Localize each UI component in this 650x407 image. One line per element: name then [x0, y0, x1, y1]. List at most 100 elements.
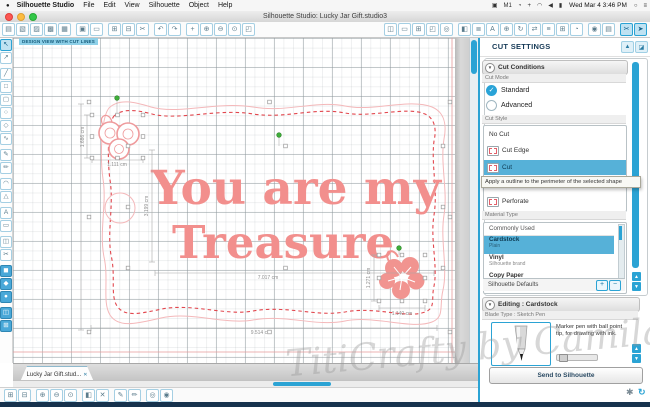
library-icon[interactable]: ▩ — [44, 23, 57, 36]
trace-icon[interactable]: ◉ — [588, 23, 601, 36]
canvas-vertical-scrollbar[interactable] — [469, 38, 478, 363]
zoom-in-2-icon[interactable]: ⊕ — [36, 388, 49, 402]
grid-settings-icon[interactable]: ⊞ — [412, 23, 425, 36]
remove-material-button[interactable]: − — [609, 280, 621, 291]
scissors-icon[interactable]: ✂ — [136, 23, 149, 36]
battery-icon[interactable]: ▮ — [559, 2, 562, 9]
m1-status-icon[interactable]: M1 — [504, 3, 512, 9]
copy-icon[interactable]: ⊞ — [108, 23, 121, 36]
duplicate-icon[interactable]: ◧ — [82, 388, 95, 402]
radio-advanced-unchecked-icon[interactable] — [486, 100, 497, 111]
zoom-select-icon[interactable]: ⊙ — [228, 23, 241, 36]
send-to-silhouette-button[interactable]: Send to Silhouette — [489, 367, 643, 384]
shadow-tool-icon[interactable]: ◼ — [0, 265, 12, 277]
page-setup-icon[interactable]: ▭ — [398, 23, 411, 36]
collapse-section-icon[interactable]: ▼ — [485, 62, 495, 73]
design-canvas[interactable]: You are my Treasure 1.111 cm 1.686 cm 3.… — [13, 38, 478, 363]
paste-icon[interactable]: ⊟ — [122, 23, 135, 36]
grid-toggle-icon[interactable]: ⊞ — [0, 320, 12, 332]
menu-file[interactable]: File — [83, 2, 94, 9]
design-text-line1[interactable]: You are my — [150, 161, 443, 216]
fit-page-icon[interactable]: ◰ — [242, 23, 255, 36]
zoom-selection-icon[interactable]: ⊙ — [64, 388, 77, 402]
replicate-icon[interactable]: ⊞ — [556, 23, 569, 36]
eraser-tool-icon[interactable]: ◫ — [0, 236, 12, 248]
print-icon[interactable]: ▣ — [76, 23, 89, 36]
blade-slider[interactable] — [556, 354, 598, 362]
new-document-icon[interactable]: ▤ — [2, 23, 15, 36]
menu-view[interactable]: View — [125, 2, 140, 9]
editing-section-header[interactable]: ▼ Editing : Cardstock — [482, 297, 640, 312]
freehand-tool-icon[interactable]: ✎ — [0, 149, 12, 161]
cut-style-no-cut[interactable]: No Cut — [484, 127, 626, 142]
select-tool-icon[interactable]: ↖ — [0, 39, 12, 51]
menu-object[interactable]: Object — [189, 2, 209, 9]
rounded-rectangle-tool-icon[interactable]: ▢ — [0, 94, 12, 106]
app-menu[interactable]: Silhouette Studio — [17, 2, 75, 9]
modify-icon[interactable]: ◔ — [570, 23, 583, 36]
cut-style-cut[interactable]: Cut — [484, 160, 626, 175]
rotate-icon[interactable]: ↻ — [514, 23, 527, 36]
curve-tool-icon[interactable]: ∿ — [0, 133, 12, 145]
editing-scroll-down-icon[interactable]: ▼ — [632, 354, 641, 363]
open-icon[interactable]: ▧ — [16, 23, 29, 36]
time-machine-icon[interactable]: ◔ — [518, 3, 522, 9]
edit-points-tool-icon[interactable]: ↗ — [0, 52, 12, 64]
material-vinyl[interactable]: Vinyl Silhouette brand — [484, 254, 614, 272]
note-tool-icon[interactable]: ▭ — [0, 220, 12, 232]
spotlight-icon[interactable]: ○ — [634, 3, 638, 9]
circle-ornament[interactable] — [104, 192, 136, 224]
panel-scrollbar[interactable] — [632, 62, 639, 268]
radio-advanced[interactable]: Advanced — [486, 100, 532, 111]
save-icon[interactable]: ▦ — [58, 23, 71, 36]
fan-status-icon[interactable]: + — [527, 3, 531, 9]
scale-icon[interactable]: ⇄ — [528, 23, 541, 36]
smooth-freehand-tool-icon[interactable]: ✏ — [0, 162, 12, 174]
polygon-tool-icon[interactable]: ◇ — [0, 120, 12, 132]
collapse-panel-button[interactable]: ▲ — [621, 41, 634, 53]
cut-style-perforate[interactable]: Perforate — [484, 194, 626, 209]
editing-scroll-up-icon[interactable]: ▲ — [632, 344, 641, 353]
scroll-up-icon[interactable]: ▲ — [632, 272, 641, 281]
cut-conditions-header[interactable]: ▼ Cut Conditions — [482, 60, 628, 75]
sphere-tool-icon[interactable]: ● — [0, 291, 12, 303]
offset-2-icon[interactable]: ◎ — [146, 388, 159, 402]
reg-marks-icon[interactable]: ◰ — [426, 23, 439, 36]
cut-mat-icon[interactable]: ▭ — [90, 23, 103, 36]
zoom-in-icon[interactable]: ⊕ — [200, 23, 213, 36]
line-tool-2-icon[interactable]: ✏ — [128, 388, 141, 402]
align-icon[interactable]: ≡ — [542, 23, 555, 36]
zoom-out-2-icon[interactable]: ⊖ — [50, 388, 63, 402]
redo-icon[interactable]: ↷ — [168, 23, 181, 36]
pan-icon[interactable]: + — [186, 23, 199, 36]
fill-color-icon[interactable]: ◧ — [458, 23, 471, 36]
text-style-icon[interactable]: A — [486, 23, 499, 36]
send-to-silhouette-icon[interactable]: ➤ — [634, 23, 647, 36]
line-tool-icon[interactable]: ╱ — [0, 68, 12, 80]
transform-icon[interactable]: ⊕ — [500, 23, 513, 36]
radio-standard[interactable]: ✓ Standard — [486, 85, 529, 96]
collapse-editing-icon[interactable]: ▼ — [485, 299, 495, 310]
library-panel-icon[interactable]: ▤ — [602, 23, 615, 36]
select-all-icon[interactable]: ⊞ — [4, 388, 17, 402]
offset-panel-icon[interactable]: ◎ — [440, 23, 453, 36]
document-tools-icon[interactable]: ◫ — [384, 23, 397, 36]
zoom-out-icon[interactable]: ⊖ — [214, 23, 227, 36]
fill-tool-icon[interactable]: ✎ — [114, 388, 127, 402]
canvas-horizontal-scrollbar[interactable] — [13, 380, 478, 387]
wifi-icon[interactable]: ◠ — [537, 2, 542, 9]
pin-panel-button[interactable]: ◪ — [635, 41, 648, 53]
material-list-scrollbar[interactable] — [618, 224, 625, 286]
mat-preview-icon[interactable]: ◫ — [0, 307, 12, 319]
open-recent-icon[interactable]: ▨ — [30, 23, 43, 36]
menu-edit[interactable]: Edit — [103, 2, 115, 9]
menu-clock[interactable]: Wed Mar 4 3:46 PM — [569, 2, 627, 9]
cut-style-cut-edge[interactable]: Cut Edge — [484, 143, 626, 158]
volume-icon[interactable]: ◀ — [548, 2, 553, 9]
knife-tool-icon[interactable]: ✂ — [0, 249, 12, 261]
add-material-button[interactable]: + — [596, 280, 608, 291]
deselect-all-icon[interactable]: ⊟ — [18, 388, 31, 402]
stamp-tool-icon[interactable]: ◆ — [0, 278, 12, 290]
delete-icon[interactable]: ✕ — [96, 388, 109, 402]
regular-polygon-tool-icon[interactable]: △ — [0, 191, 12, 203]
